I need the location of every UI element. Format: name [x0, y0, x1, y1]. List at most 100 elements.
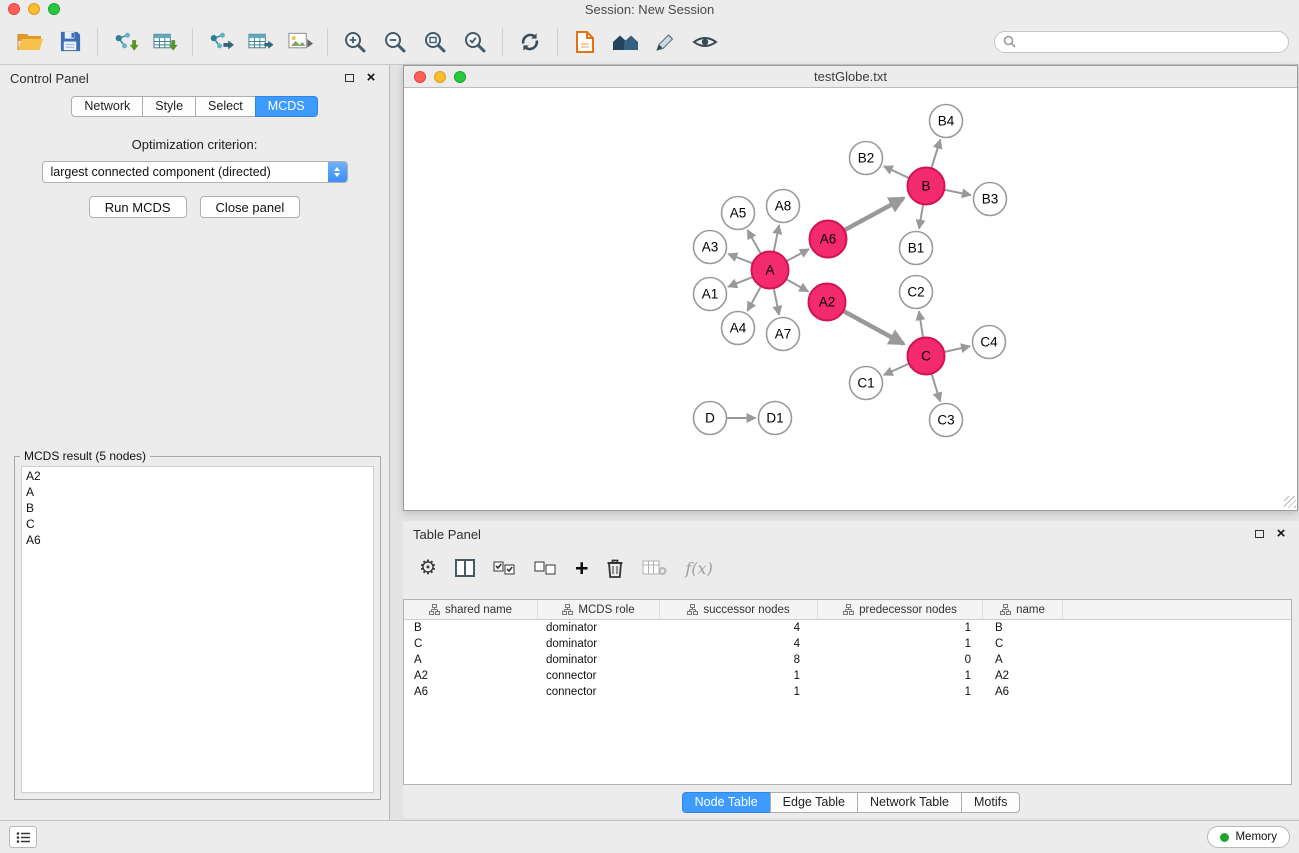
column-header-name[interactable]: name: [983, 600, 1063, 619]
export-table-button[interactable]: [240, 24, 280, 60]
network-node-A7[interactable]: A7: [767, 318, 800, 351]
network-node-C4[interactable]: C4: [973, 326, 1006, 359]
close-panel-button[interactable]: Close panel: [200, 196, 301, 218]
save-session-button[interactable]: [50, 24, 90, 60]
network-node-C1[interactable]: C1: [850, 367, 883, 400]
network-edge-A2-C[interactable]: [843, 311, 903, 344]
show-columns-button[interactable]: [455, 559, 475, 577]
open-session-button[interactable]: [10, 24, 50, 60]
function-builder-button[interactable]: f(x): [685, 559, 712, 578]
table-tab-node-table[interactable]: Node Table: [682, 792, 771, 813]
column-header-MCDS-role[interactable]: MCDS role: [538, 600, 660, 619]
tab-network[interactable]: Network: [71, 96, 143, 117]
float-panel-icon[interactable]: [341, 70, 357, 86]
table-row[interactable]: A2connector11A2: [404, 668, 1291, 684]
network-node-A[interactable]: A: [752, 252, 789, 289]
memory-button[interactable]: Memory: [1207, 826, 1290, 848]
table-row[interactable]: A6connector11A6: [404, 684, 1291, 700]
network-node-C3[interactable]: C3: [930, 404, 963, 437]
network-edge-A-A5[interactable]: [748, 230, 761, 254]
close-table-panel-icon[interactable]: ×: [1273, 526, 1289, 542]
network-edge-C-C3[interactable]: [932, 374, 941, 402]
network-node-B2[interactable]: B2: [850, 142, 883, 175]
table-row[interactable]: Adominator80A: [404, 652, 1291, 668]
network-node-B1[interactable]: B1: [900, 232, 933, 265]
network-node-A3[interactable]: A3: [694, 231, 727, 264]
network-node-B3[interactable]: B3: [974, 183, 1007, 216]
delete-column-button[interactable]: [606, 557, 624, 579]
network-edge-A-A8[interactable]: [774, 225, 779, 252]
ndex-edit-button[interactable]: [645, 24, 685, 60]
tab-select[interactable]: Select: [195, 96, 256, 117]
network-window-titlebar[interactable]: testGlobe.txt: [404, 66, 1297, 88]
network-node-D1[interactable]: D1: [759, 402, 792, 435]
minimize-network-window-button[interactable]: [434, 71, 446, 83]
network-node-A1[interactable]: A1: [694, 278, 727, 311]
run-mcds-button[interactable]: Run MCDS: [89, 196, 187, 218]
network-node-A8[interactable]: A8: [767, 190, 800, 223]
network-edge-A6-B[interactable]: [844, 198, 903, 230]
zoom-window-button[interactable]: [48, 3, 60, 15]
table-tab-motifs[interactable]: Motifs: [961, 792, 1020, 813]
network-node-A4[interactable]: A4: [722, 312, 755, 345]
ndex-home-button[interactable]: [605, 24, 645, 60]
network-node-B[interactable]: B: [908, 168, 945, 205]
network-node-B4[interactable]: B4: [930, 105, 963, 138]
close-panel-icon[interactable]: ×: [363, 70, 379, 86]
select-all-button[interactable]: [493, 561, 516, 576]
apply-layout-button[interactable]: [510, 24, 550, 60]
import-table-button[interactable]: [145, 24, 185, 60]
list-item[interactable]: C: [22, 516, 373, 532]
export-image-button[interactable]: [280, 24, 320, 60]
tab-style[interactable]: Style: [142, 96, 196, 117]
criterion-dropdown[interactable]: largest connected component (directed): [42, 161, 348, 183]
network-node-D[interactable]: D: [694, 402, 727, 435]
network-edge-B-B1[interactable]: [919, 204, 923, 228]
import-network-button[interactable]: [105, 24, 145, 60]
network-edge-C-C2[interactable]: [919, 311, 923, 337]
deselect-all-button[interactable]: [534, 561, 557, 576]
toggle-graphics-button[interactable]: [685, 24, 725, 60]
zoom-fit-button[interactable]: [415, 24, 455, 60]
column-header-predecessor-nodes[interactable]: predecessor nodes: [818, 600, 983, 619]
network-edge-B-B3[interactable]: [944, 190, 971, 195]
table-row[interactable]: Cdominator41C: [404, 636, 1291, 652]
window-titlebar[interactable]: Session: New Session: [0, 0, 1299, 19]
column-header-shared-name[interactable]: shared name: [404, 600, 538, 619]
network-edge-A-A4[interactable]: [747, 286, 761, 311]
network-node-A6[interactable]: A6: [810, 221, 847, 258]
export-network-button[interactable]: [200, 24, 240, 60]
close-network-window-button[interactable]: [414, 71, 426, 83]
zoom-network-window-button[interactable]: [454, 71, 466, 83]
table-tab-network-table[interactable]: Network Table: [857, 792, 962, 813]
network-edge-A-A3[interactable]: [728, 254, 753, 263]
table-tab-edge-table[interactable]: Edge Table: [770, 792, 858, 813]
close-window-button[interactable]: [8, 3, 20, 15]
minimize-window-button[interactable]: [28, 3, 40, 15]
column-header-successor-nodes[interactable]: successor nodes: [660, 600, 818, 619]
float-table-panel-icon[interactable]: [1251, 526, 1267, 542]
list-item[interactable]: A6: [22, 532, 373, 548]
network-edge-C-C4[interactable]: [944, 346, 970, 352]
network-node-C[interactable]: C: [908, 338, 945, 375]
network-canvas[interactable]: B4 B2 B B3 A5 A8 A6 A3 B1 A C2 A1 A2 A4 A7 C4 C C1 C3 D D1: [404, 88, 1297, 509]
network-edge-A-A7[interactable]: [774, 288, 779, 315]
zoom-selected-button[interactable]: [455, 24, 495, 60]
task-history-button[interactable]: [9, 826, 37, 848]
mcds-result-list[interactable]: A2ABCA6: [21, 466, 374, 793]
tab-mcds[interactable]: MCDS: [255, 96, 318, 117]
search-input[interactable]: [1021, 35, 1280, 49]
resize-grip[interactable]: [1284, 496, 1296, 508]
list-item[interactable]: B: [22, 500, 373, 516]
network-node-C2[interactable]: C2: [900, 276, 933, 309]
list-item[interactable]: A2: [22, 468, 373, 484]
network-edge-A-A6[interactable]: [786, 249, 809, 261]
add-column-button[interactable]: +: [575, 558, 588, 578]
open-document-button[interactable]: [565, 24, 605, 60]
network-node-A2[interactable]: A2: [809, 284, 846, 321]
zoom-out-button[interactable]: [375, 24, 415, 60]
network-edge-C-C1[interactable]: [884, 364, 909, 375]
network-edge-A-A2[interactable]: [786, 279, 808, 291]
network-edge-A-A1[interactable]: [728, 277, 753, 287]
network-node-A5[interactable]: A5: [722, 197, 755, 230]
